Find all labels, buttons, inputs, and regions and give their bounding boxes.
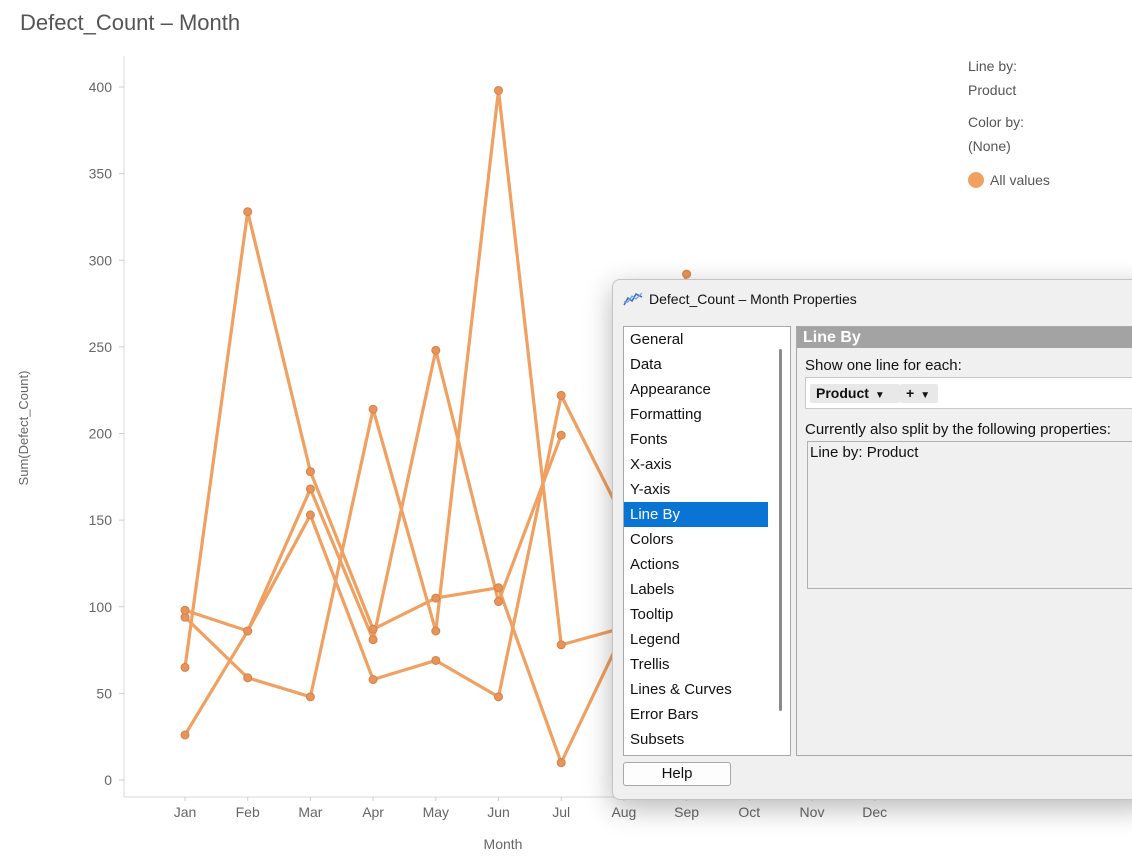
line-chart-icon: [623, 292, 643, 306]
data-point[interactable]: [494, 692, 503, 702]
data-point[interactable]: [368, 635, 378, 645]
x-tick-label: Mar: [298, 804, 322, 820]
data-point[interactable]: [556, 390, 566, 400]
help-button[interactable]: Help: [623, 762, 731, 786]
nav-item-data[interactable]: Data: [624, 352, 768, 377]
split-properties-list[interactable]: Line by: Product: [807, 441, 1132, 589]
x-tick-label: Dec: [862, 804, 887, 820]
data-point[interactable]: [556, 430, 566, 440]
column-chip-product[interactable]: Product ▼: [810, 384, 900, 403]
x-tick-label: Aug: [611, 804, 636, 820]
data-point[interactable]: [243, 626, 253, 636]
nav-item-general[interactable]: General: [624, 327, 768, 352]
y-tick-label: 250: [89, 339, 113, 355]
nav-item-subsets[interactable]: Subsets: [624, 727, 768, 752]
data-point[interactable]: [368, 624, 378, 634]
data-point[interactable]: [431, 593, 441, 603]
data-point[interactable]: [494, 583, 503, 593]
data-point[interactable]: [305, 467, 315, 477]
legend-line-by-label: Line by:: [968, 58, 1018, 74]
nav-item-tooltip[interactable]: Tooltip: [624, 602, 768, 627]
legend-swatch-icon: [968, 172, 984, 188]
y-tick-label: 200: [89, 426, 113, 442]
add-chip-label: +: [906, 385, 915, 401]
data-point[interactable]: [180, 605, 190, 615]
nav-item-error-bars[interactable]: Error Bars: [624, 702, 768, 727]
properties-dialog: Defect_Count – Month Properties General D…: [612, 279, 1132, 800]
nav-item-formatting[interactable]: Formatting: [624, 402, 768, 427]
data-point[interactable]: [305, 692, 315, 702]
legend: Line by: Product Color by: (None) All va…: [968, 54, 1050, 192]
nav-item-colors[interactable]: Colors: [624, 527, 768, 552]
data-point[interactable]: [180, 730, 190, 740]
line-by-panel: Line By Show one line for each: Product ▼…: [796, 326, 1132, 756]
data-point[interactable]: [431, 345, 441, 355]
x-tick-label: Feb: [236, 804, 260, 820]
split-by-label: Currently also split by the following pr…: [805, 421, 1111, 438]
legend-line-by-value[interactable]: Product: [968, 78, 1050, 102]
show-one-line-label: Show one line for each:: [805, 357, 962, 374]
data-point[interactable]: [368, 675, 378, 685]
chevron-down-icon: ▼: [920, 390, 931, 401]
nav-item-line-by[interactable]: Line By: [624, 502, 768, 527]
data-point[interactable]: [682, 269, 692, 279]
x-tick-label: Nov: [800, 804, 825, 820]
legend-color-by-value[interactable]: (None): [968, 134, 1050, 158]
nav-item-fonts[interactable]: Fonts: [624, 427, 768, 452]
x-tick-label: Oct: [738, 804, 760, 820]
nav-item-x-axis[interactable]: X-axis: [624, 452, 768, 477]
data-point[interactable]: [494, 85, 503, 95]
line-by-selector[interactable]: Product ▼ + ▼: [805, 377, 1132, 409]
add-column-chip[interactable]: + ▼: [900, 384, 938, 403]
nav-item-labels[interactable]: Labels: [624, 577, 768, 602]
data-point[interactable]: [180, 662, 190, 672]
nav-item-trellis[interactable]: Trellis: [624, 652, 768, 677]
data-point[interactable]: [431, 626, 441, 636]
x-tick-label: Jan: [174, 804, 197, 820]
x-tick-label: Sep: [674, 804, 699, 820]
legend-color-by-label: Color by:: [968, 114, 1025, 130]
x-tick-label: Jun: [487, 804, 510, 820]
data-point[interactable]: [243, 673, 253, 683]
data-point[interactable]: [431, 655, 441, 665]
legend-item[interactable]: All values: [968, 168, 1050, 192]
y-tick-label: 350: [89, 166, 113, 182]
x-tick-label: Jul: [552, 804, 570, 820]
y-tick-label: 0: [104, 772, 112, 788]
y-tick-label: 400: [89, 79, 113, 95]
data-point[interactable]: [368, 404, 378, 414]
y-axis-label[interactable]: Sum(Defect_Count): [16, 371, 31, 486]
y-tick-label: 100: [89, 599, 113, 615]
split-item[interactable]: Line by: Product: [808, 442, 1132, 461]
dialog-titlebar[interactable]: Defect_Count – Month Properties: [613, 280, 1132, 318]
data-point[interactable]: [494, 597, 503, 607]
nav-item-appearance[interactable]: Appearance: [624, 377, 768, 402]
nav-item-legend[interactable]: Legend: [624, 627, 768, 652]
nav-item-actions[interactable]: Actions: [624, 552, 768, 577]
data-point[interactable]: [305, 484, 315, 494]
nav-item-y-axis[interactable]: Y-axis: [624, 477, 768, 502]
properties-nav-list[interactable]: General Data Appearance Formatting Fonts X-ax…: [623, 326, 791, 756]
dialog-title: Defect_Count – Month Properties: [649, 291, 857, 307]
nav-item-lines-curves[interactable]: Lines & Curves: [624, 677, 768, 702]
data-point[interactable]: [243, 207, 253, 217]
y-tick-label: 300: [89, 252, 113, 268]
panel-header: Line By: [797, 327, 1132, 348]
column-chip-label: Product: [816, 385, 869, 401]
y-tick-label: 150: [89, 512, 113, 528]
legend-item-label: All values: [990, 172, 1050, 188]
x-tick-label: Apr: [362, 804, 384, 820]
data-point[interactable]: [305, 510, 315, 520]
x-axis-label[interactable]: Month: [484, 836, 523, 852]
x-tick-label: May: [423, 804, 449, 820]
chevron-down-icon: ▼: [874, 390, 885, 401]
nav-scrollbar[interactable]: [779, 349, 782, 711]
y-tick-label: 50: [96, 685, 112, 701]
data-point[interactable]: [556, 758, 566, 768]
data-point[interactable]: [556, 640, 566, 650]
